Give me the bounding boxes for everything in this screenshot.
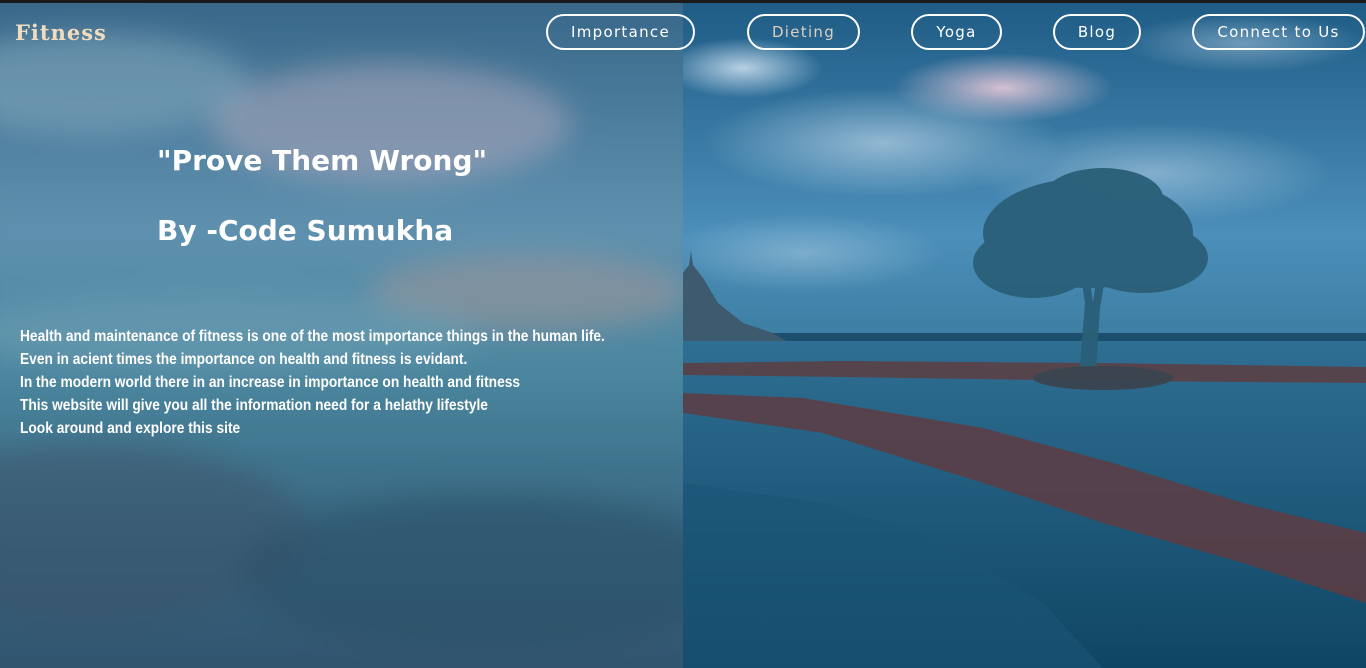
site-logo[interactable]: Fitness (15, 20, 107, 45)
intro-text: Health and maintenance of fitness is one… (20, 325, 660, 440)
nav-importance-button[interactable]: Importance (546, 14, 695, 50)
background-scene (683, 3, 1366, 668)
intro-line: This website will give you all the infor… (20, 397, 488, 414)
intro-line: Even in acient times the importance on h… (20, 351, 468, 368)
hero-quote: "Prove Them Wrong" (157, 144, 488, 177)
intro-line: Look around and explore this site (20, 420, 241, 437)
nav-connect-button[interactable]: Connect to Us (1192, 14, 1365, 50)
nav-dieting-button[interactable]: Dieting (747, 14, 860, 50)
landscape-image (683, 3, 1366, 668)
intro-line: Health and maintenance of fitness is one… (20, 328, 605, 345)
nav-blog-button[interactable]: Blog (1053, 14, 1141, 50)
page: Fitness Importance Dieting Yoga Blog Con… (0, 0, 1366, 668)
nav-yoga-button[interactable]: Yoga (911, 14, 1002, 50)
intro-line: In the modern world there in an increase… (20, 374, 521, 391)
hero-author: By -Code Sumukha (157, 214, 454, 247)
